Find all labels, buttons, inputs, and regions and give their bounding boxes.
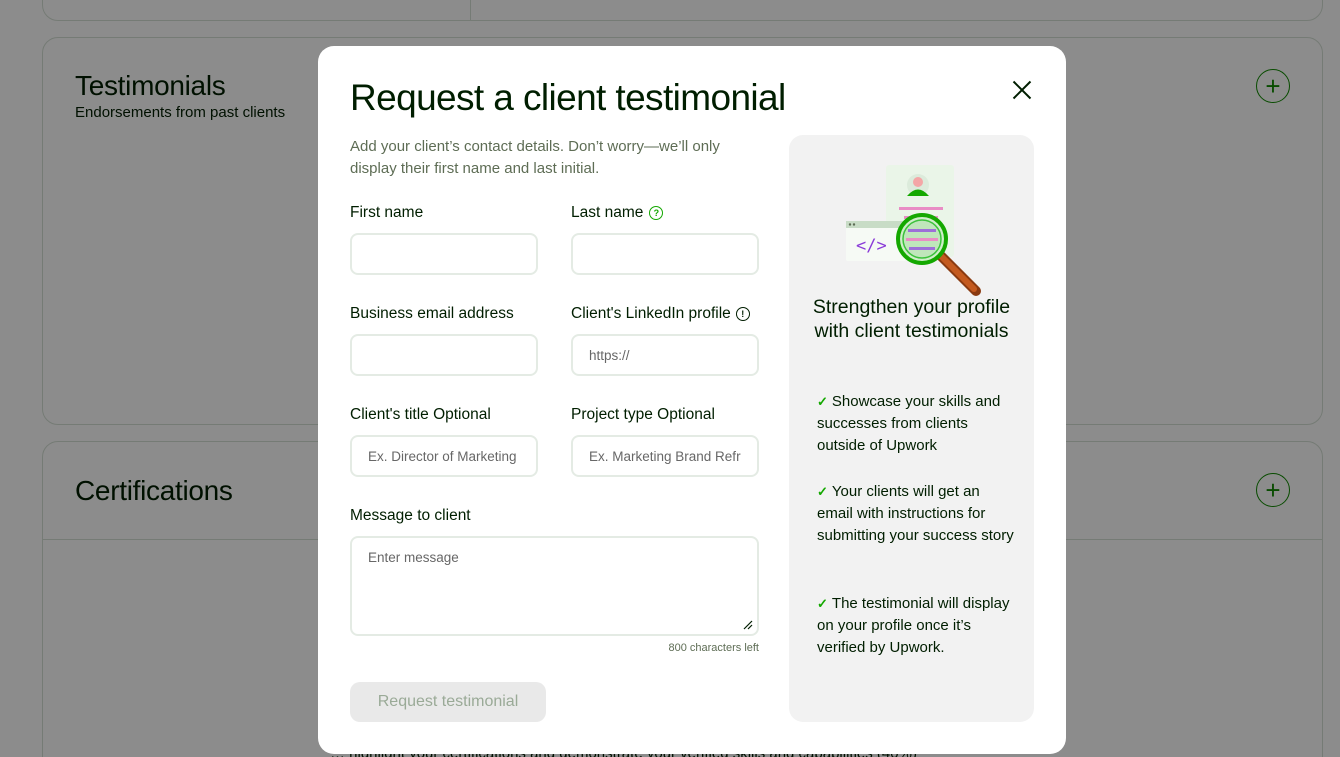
resize-handle-icon[interactable] (743, 620, 753, 630)
last-name-label: Last name ? (571, 204, 664, 222)
benefit-item: ✓ Your clients will get an email with ins… (817, 481, 1017, 547)
first-name-label: First name (350, 204, 423, 222)
svg-text:</>: </> (856, 236, 887, 256)
linkedin-label: Client's LinkedIn profile ! (571, 305, 750, 323)
linkedin-label-text: Client's LinkedIn profile (571, 305, 731, 322)
info-circle-icon[interactable]: ! (735, 307, 750, 321)
benefit-text: The testimonial will display on your pro… (817, 595, 1010, 656)
message-label: Message to client (350, 507, 471, 525)
benefit-item: ✓ Showcase your skills and successes from… (817, 391, 1017, 457)
close-icon[interactable] (1008, 76, 1036, 104)
benefit-text: Your clients will get an email with inst… (817, 483, 1014, 544)
testimonial-illustration: </> (846, 165, 981, 296)
client-title-input[interactable] (350, 435, 538, 477)
request-testimonial-modal: Request a client testimonial Add your cl… (318, 46, 1066, 754)
linkedin-input[interactable] (571, 334, 759, 376)
benefit-item: ✓ The testimonial will display on your pr… (817, 593, 1017, 659)
email-label-text: Business email address (350, 305, 514, 322)
benefit-text: Showcase your skills and successes from … (817, 393, 1001, 454)
check-icon: ✓ (817, 596, 828, 611)
first-name-input[interactable] (350, 233, 538, 275)
client-title-label: Client's title Optional (350, 406, 491, 424)
check-icon: ✓ (817, 484, 828, 499)
characters-left-counter: 800 characters left (668, 642, 760, 654)
client-title-label-text: Client's title Optional (350, 406, 491, 423)
email-label: Business email address (350, 305, 514, 323)
last-name-label-text: Last name (571, 204, 644, 221)
project-type-input[interactable] (571, 435, 759, 477)
message-label-text: Message to client (350, 507, 471, 524)
last-name-input[interactable] (571, 233, 759, 275)
benefits-heading: Strengthen your profile with client test… (812, 296, 1011, 342)
email-input[interactable] (350, 334, 538, 376)
check-icon: ✓ (817, 394, 828, 409)
project-type-label-text: Project type Optional (571, 406, 715, 423)
message-textarea[interactable] (350, 536, 759, 636)
first-name-label-text: First name (350, 204, 424, 221)
modal-intro: Add your client’s contact details. Don’t… (350, 138, 720, 177)
project-type-label: Project type Optional (571, 406, 715, 424)
modal-title: Request a client testimonial (350, 77, 786, 118)
request-testimonial-button[interactable]: Request testimonial (350, 682, 546, 722)
benefits-panel: </> Strengthen your profile with client … (789, 135, 1034, 722)
question-circle-icon[interactable]: ? (649, 206, 664, 220)
